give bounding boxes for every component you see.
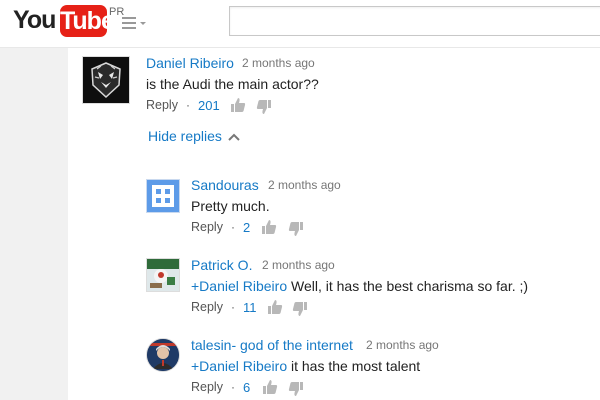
comment-timestamp[interactable]: 2 months ago	[262, 258, 335, 272]
comment-actions: Reply · 2	[191, 220, 391, 238]
like-count: 2	[243, 220, 251, 235]
thumbs-up-icon[interactable]	[230, 97, 246, 113]
comment-author[interactable]: talesin- god of the internet	[191, 337, 353, 353]
comment-timestamp[interactable]: 2 months ago	[268, 178, 341, 192]
comment-author[interactable]: Sandouras	[191, 177, 259, 193]
logo-tube-text: Tube	[60, 5, 115, 37]
hide-replies-button[interactable]: Hide replies	[148, 128, 240, 144]
comment-actions: Reply · 6	[191, 380, 391, 398]
thumbs-up-icon[interactable]	[261, 219, 277, 235]
photo-avatar-icon	[147, 259, 179, 291]
thumbs-down-icon[interactable]	[256, 99, 272, 115]
hamburger-menu-icon	[122, 17, 146, 29]
thumbs-down-icon[interactable]	[288, 221, 304, 237]
comment-author[interactable]: Patrick O.	[191, 257, 252, 273]
like-count: 11	[243, 300, 257, 315]
thumbs-down-icon[interactable]	[292, 301, 308, 317]
comment-mention-link[interactable]: +Daniel Ribeiro	[191, 358, 287, 374]
comment-text: +Daniel Ribeiro Well, it has the best ch…	[191, 278, 528, 294]
logo-you-text: You	[13, 6, 56, 34]
avatar[interactable]	[146, 179, 180, 213]
thumbs-up-icon[interactable]	[267, 299, 283, 315]
comment-author[interactable]: Daniel Ribeiro	[146, 55, 234, 71]
avatar[interactable]	[146, 338, 180, 372]
separator-dot: ·	[231, 300, 235, 314]
reply-button[interactable]: Reply	[191, 300, 223, 314]
hide-replies-label: Hide replies	[148, 128, 222, 144]
reply-comment: talesin- god of the internet 2 months ag…	[68, 332, 600, 400]
reply-button[interactable]: Reply	[191, 220, 223, 234]
default-avatar-icon	[147, 180, 179, 212]
comment-actions: Reply · 11	[191, 300, 391, 318]
photo-avatar-icon	[147, 339, 179, 371]
comment-text: +Daniel Ribeiro it has the most talent	[191, 358, 420, 374]
comment-body: it has the most talent	[287, 358, 421, 374]
comment-timestamp[interactable]: 2 months ago	[366, 338, 439, 352]
comment-timestamp[interactable]: 2 months ago	[242, 56, 315, 70]
like-count: 6	[243, 380, 251, 395]
thumbs-up-icon[interactable]	[262, 379, 278, 395]
thumbs-down-icon[interactable]	[288, 381, 304, 397]
avatar[interactable]	[82, 56, 130, 104]
reply-button[interactable]: Reply	[191, 380, 223, 394]
comment-text: Pretty much.	[191, 198, 270, 214]
separator-dot: ·	[186, 98, 190, 112]
guide-button[interactable]	[120, 14, 150, 32]
comments-section: Daniel Ribeiro 2 months ago is the Audi …	[68, 48, 600, 400]
tiger-logo-avatar	[83, 57, 129, 103]
reply-comment: Patrick O. 2 months ago +Daniel Ribeiro …	[68, 252, 600, 322]
separator-dot: ·	[231, 380, 235, 394]
search-input[interactable]	[229, 6, 600, 36]
reply-comment: Sandouras 2 months ago Pretty much. Repl…	[68, 172, 600, 242]
comment-body: Well, it has the best charisma so far. ;…	[287, 278, 529, 294]
like-count: 201	[198, 98, 220, 113]
avatar[interactable]	[146, 258, 180, 292]
comment-text: is the Audi the main actor??	[146, 76, 319, 92]
reply-button[interactable]: Reply	[146, 98, 178, 112]
comment-actions: Reply · 201	[146, 98, 346, 116]
masthead: You Tube PR	[0, 0, 600, 48]
comment-mention-link[interactable]: +Daniel Ribeiro	[191, 278, 287, 294]
separator-dot: ·	[231, 220, 235, 234]
chevron-up-icon	[228, 133, 240, 142]
comment: Daniel Ribeiro 2 months ago is the Audi …	[68, 48, 600, 118]
